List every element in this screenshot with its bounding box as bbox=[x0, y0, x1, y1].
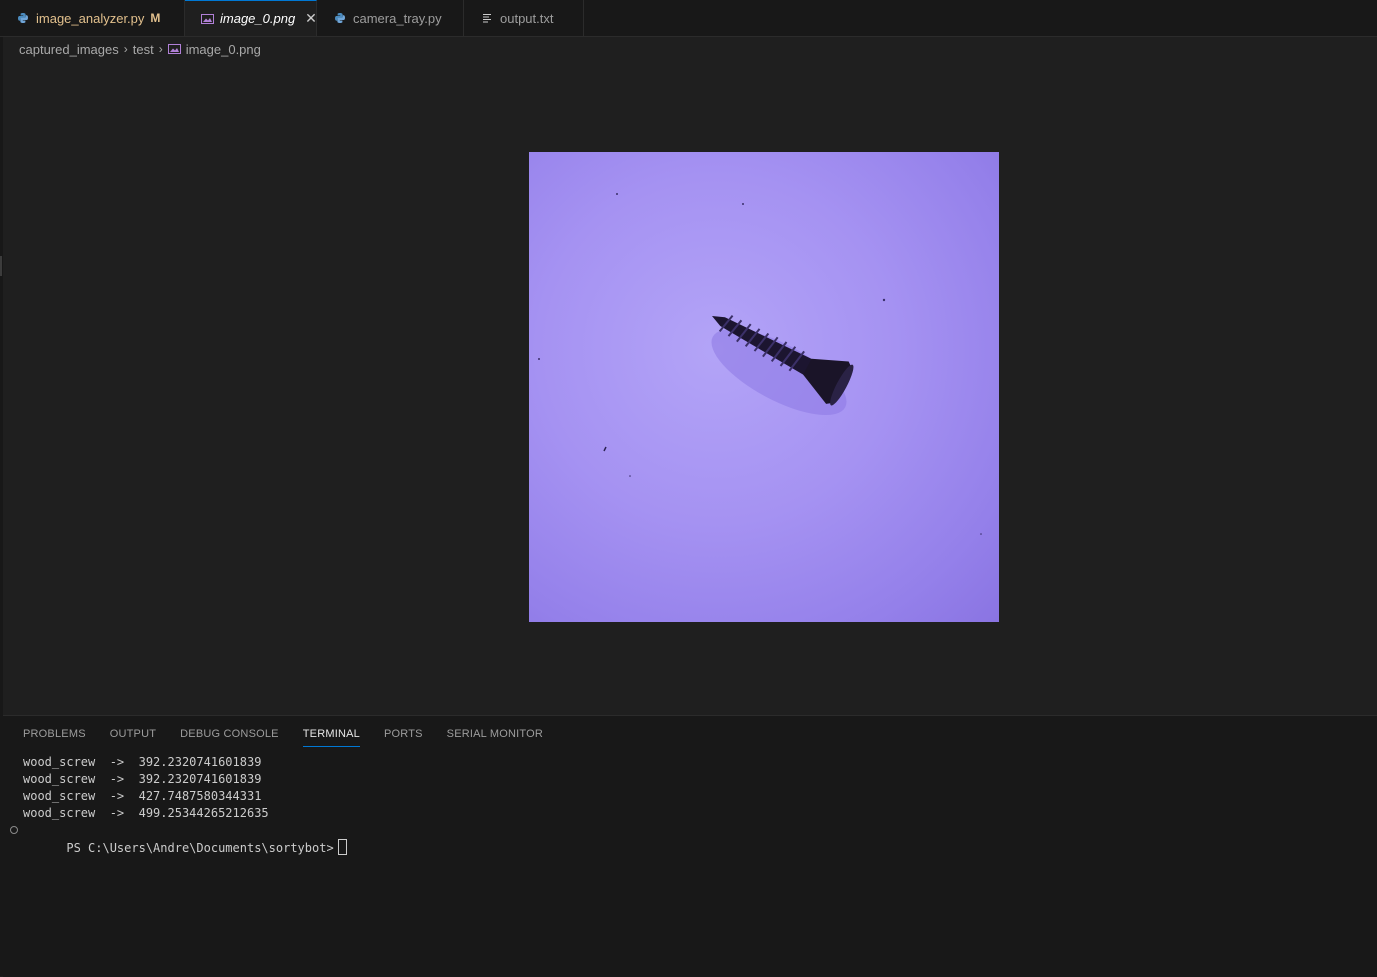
bottom-panel: PROBLEMS OUTPUT DEBUG CONSOLE TERMINAL P… bbox=[3, 715, 1377, 977]
terminal-line: wood_screw -> 499.25344265212635 bbox=[23, 806, 269, 820]
breadcrumb-folder-captured-images[interactable]: captured_images bbox=[19, 42, 119, 57]
tab-label: image_analyzer.py bbox=[36, 10, 145, 26]
image-icon bbox=[167, 43, 181, 55]
tab-serial-monitor[interactable]: SERIAL MONITOR bbox=[447, 726, 543, 748]
modified-badge: M bbox=[150, 11, 161, 25]
tab-ports[interactable]: PORTS bbox=[384, 726, 423, 748]
breadcrumb: captured_images › test › image_0.png bbox=[19, 40, 261, 58]
tab-label: camera_tray.py bbox=[353, 10, 442, 26]
terminal-prompt: PS C:\Users\Andre\Documents\sortybot> bbox=[66, 841, 334, 855]
editor-tab-bar: image_analyzer.py M image_0.png ✕ camera… bbox=[0, 0, 1377, 37]
python-icon bbox=[333, 11, 347, 25]
python-icon bbox=[16, 11, 30, 25]
tab-debug-console[interactable]: DEBUG CONSOLE bbox=[180, 726, 279, 748]
terminal-line: wood_screw -> 392.2320741601839 bbox=[23, 755, 262, 769]
screw-image bbox=[538, 193, 982, 535]
terminal-output[interactable]: wood_screw -> 392.2320741601839 wood_scr… bbox=[10, 754, 347, 874]
text-file-icon bbox=[480, 11, 494, 25]
tab-label: image_0.png bbox=[220, 11, 296, 26]
sash-handle[interactable] bbox=[0, 256, 2, 276]
breadcrumb-file-image-0[interactable]: image_0.png bbox=[186, 42, 261, 57]
close-icon[interactable]: ✕ bbox=[305, 10, 317, 27]
terminal-prompt-line[interactable]: PS C:\Users\Andre\Documents\sortybot> bbox=[10, 822, 347, 874]
tab-label: output.txt bbox=[500, 10, 554, 26]
image-preview[interactable] bbox=[529, 152, 999, 622]
tab-camera-tray[interactable]: camera_tray.py bbox=[317, 0, 464, 36]
tab-image-0[interactable]: image_0.png ✕ bbox=[185, 0, 317, 36]
chevron-right-icon: › bbox=[158, 42, 163, 56]
terminal-line: wood_screw -> 392.2320741601839 bbox=[23, 772, 262, 786]
breadcrumb-folder-test[interactable]: test bbox=[133, 42, 154, 57]
panel-tabs: PROBLEMS OUTPUT DEBUG CONSOLE TERMINAL P… bbox=[23, 726, 567, 748]
image-icon bbox=[201, 12, 214, 26]
tab-terminal[interactable]: TERMINAL bbox=[302, 726, 361, 748]
terminal-line: wood_screw -> 427.7487580344331 bbox=[23, 789, 262, 803]
tab-image-analyzer[interactable]: image_analyzer.py M bbox=[0, 0, 185, 36]
tab-output[interactable]: output.txt bbox=[464, 0, 584, 36]
chevron-right-icon: › bbox=[123, 42, 128, 56]
tab-problems[interactable]: PROBLEMS bbox=[23, 726, 86, 748]
terminal-cursor bbox=[337, 839, 347, 855]
tab-output[interactable]: OUTPUT bbox=[110, 726, 156, 748]
command-status-icon bbox=[10, 826, 18, 834]
